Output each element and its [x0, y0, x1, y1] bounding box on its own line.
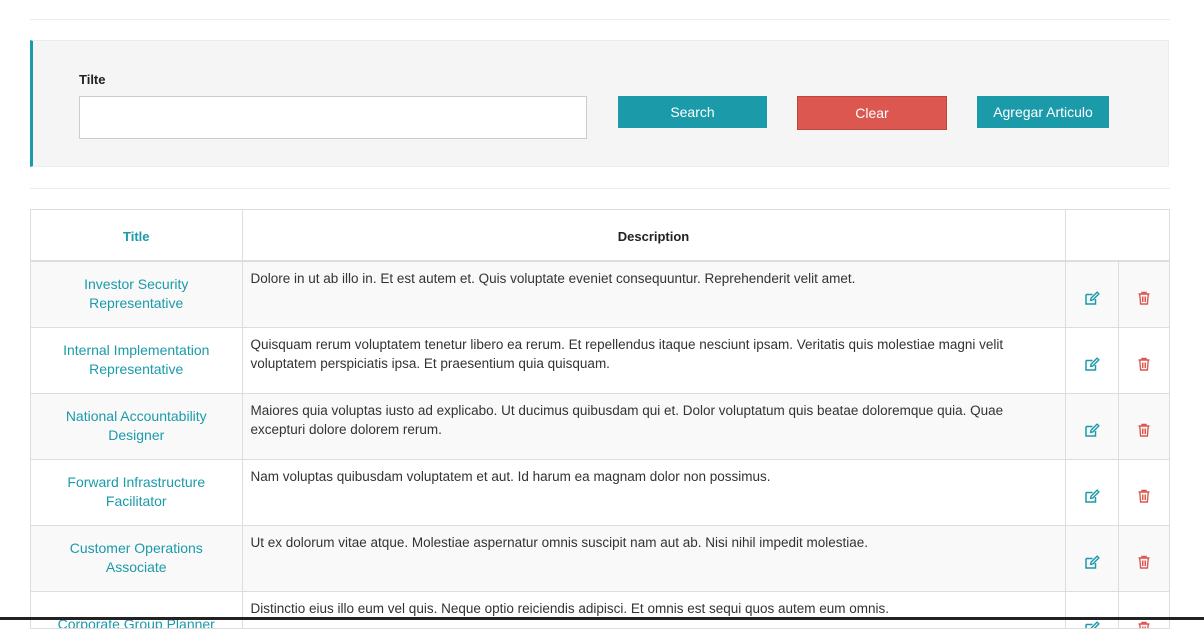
- delete-button[interactable]: [1118, 525, 1169, 591]
- edit-button[interactable]: [1065, 459, 1118, 525]
- table-row: Internal Implementation RepresentativeQu…: [31, 327, 1169, 393]
- row-description: Distinctio eius illo eum vel quis. Neque…: [242, 591, 1065, 629]
- description-column-header: Description: [242, 210, 1065, 261]
- table-row: Customer Operations AssociateUt ex dolor…: [31, 525, 1169, 591]
- delete-button[interactable]: [1118, 327, 1169, 393]
- delete-button[interactable]: [1118, 459, 1169, 525]
- delete-button[interactable]: [1118, 591, 1169, 629]
- table-header-row: Title Description: [31, 210, 1169, 261]
- row-description: Nam voluptas quibusdam voluptatem et aut…: [242, 459, 1065, 525]
- actions-column-header: [1065, 210, 1169, 261]
- row-title[interactable]: Investor Security Representative: [31, 261, 242, 327]
- edit-icon[interactable]: [1084, 290, 1100, 306]
- edit-button[interactable]: [1065, 393, 1118, 459]
- table-row: Forward Infrastructure FacilitatorNam vo…: [31, 459, 1169, 525]
- trash-icon[interactable]: [1136, 422, 1152, 438]
- edit-button[interactable]: [1065, 327, 1118, 393]
- row-description: Quisquam rerum voluptatem tenetur libero…: [242, 327, 1065, 393]
- top-divider: [30, 19, 1170, 20]
- row-description: Ut ex dolorum vitae atque. Molestiae asp…: [242, 525, 1065, 591]
- row-title[interactable]: Forward Infrastructure Facilitator: [31, 459, 242, 525]
- edit-icon[interactable]: [1084, 356, 1100, 372]
- title-search-input[interactable]: [79, 96, 587, 139]
- row-title[interactable]: Corporate Group Planner: [31, 591, 242, 629]
- search-button[interactable]: Search: [618, 96, 767, 128]
- delete-button[interactable]: [1118, 261, 1169, 327]
- edit-button[interactable]: [1065, 591, 1118, 629]
- edit-icon[interactable]: [1084, 422, 1100, 438]
- articles-table: Title Description Investor Security Repr…: [30, 209, 1170, 629]
- title-column-header[interactable]: Title: [31, 210, 242, 261]
- table-row: Investor Security RepresentativeDolore i…: [31, 261, 1169, 327]
- edit-icon[interactable]: [1084, 554, 1100, 570]
- trash-icon[interactable]: [1136, 554, 1152, 570]
- clear-button[interactable]: Clear: [797, 96, 947, 130]
- delete-button[interactable]: [1118, 393, 1169, 459]
- edit-button[interactable]: [1065, 261, 1118, 327]
- row-description: Dolore in ut ab illo in. Et est autem et…: [242, 261, 1065, 327]
- title-field-label: Tilte: [79, 72, 106, 87]
- trash-icon[interactable]: [1136, 620, 1152, 629]
- edit-button[interactable]: [1065, 525, 1118, 591]
- edit-icon[interactable]: [1084, 620, 1100, 629]
- row-title[interactable]: Internal Implementation Representative: [31, 327, 242, 393]
- add-article-button[interactable]: Agregar Articulo: [977, 96, 1109, 128]
- row-title[interactable]: Customer Operations Associate: [31, 525, 242, 591]
- trash-icon[interactable]: [1136, 290, 1152, 306]
- trash-icon[interactable]: [1136, 488, 1152, 504]
- edit-icon[interactable]: [1084, 488, 1100, 504]
- table-row: Corporate Group PlannerDistinctio eius i…: [31, 591, 1169, 629]
- row-title[interactable]: National Accountability Designer: [31, 393, 242, 459]
- row-description: Maiores quia voluptas iusto ad explicabo…: [242, 393, 1065, 459]
- search-panel: Tilte Search Clear Agregar Articulo: [30, 40, 1169, 167]
- trash-icon[interactable]: [1136, 356, 1152, 372]
- section-divider: [30, 188, 1170, 189]
- table-row: National Accountability DesignerMaiores …: [31, 393, 1169, 459]
